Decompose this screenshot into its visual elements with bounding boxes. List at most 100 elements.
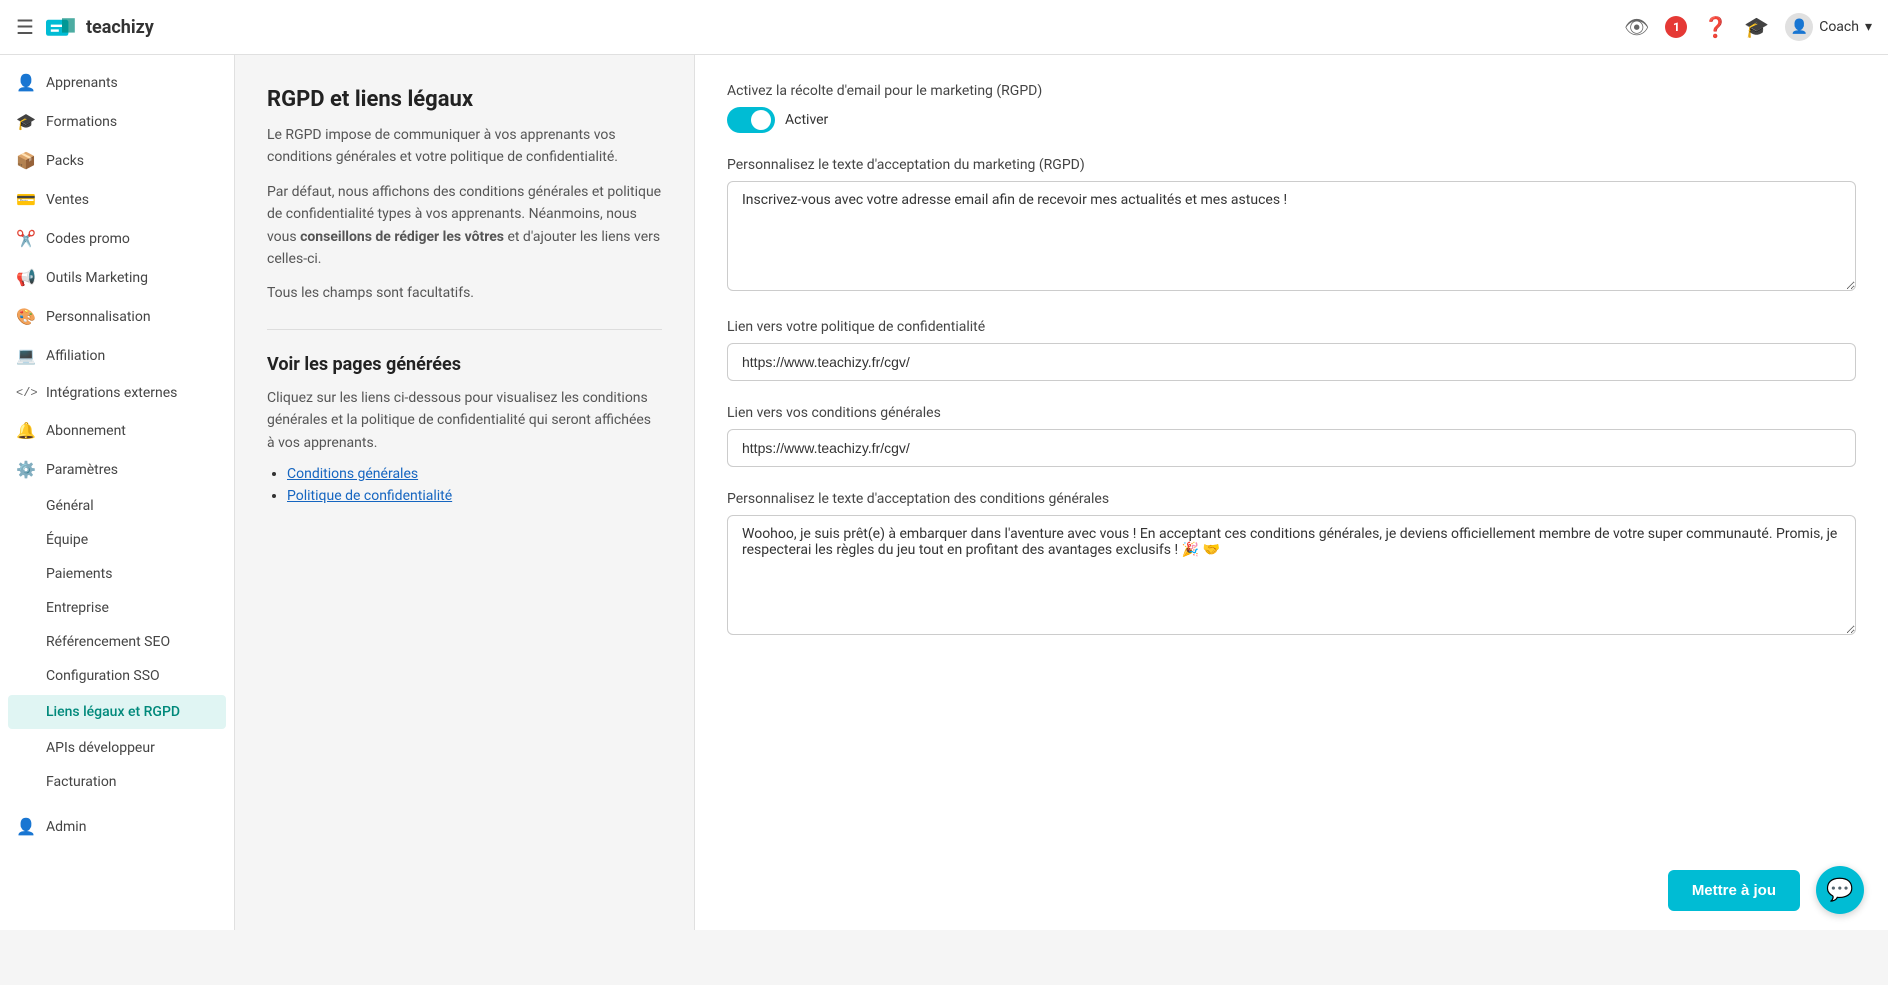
- hamburger-icon[interactable]: ☰: [16, 15, 34, 39]
- save-button[interactable]: Mettre à jou: [1668, 870, 1800, 911]
- packs-icon: 📦: [16, 151, 36, 170]
- sidebar-item-apprenants[interactable]: 👤 Apprenants: [0, 63, 234, 102]
- sidebar-item-admin[interactable]: 👤 Admin: [0, 807, 234, 846]
- chevron-down-icon: ▾: [1865, 19, 1872, 35]
- field-group-textarea1: Personnalisez le texte d'acceptation du …: [727, 157, 1856, 295]
- codes-promo-icon: ✂️: [16, 229, 36, 248]
- field-group-textarea2: Personnalisez le texte d'acceptation des…: [727, 491, 1856, 639]
- sidebar-submenu-item-entreprise[interactable]: Entreprise: [0, 591, 234, 625]
- desc2: Par défaut, nous affichons des condition…: [267, 181, 662, 271]
- desc2-bold: conseillons de rédiger les vôtres: [300, 229, 504, 245]
- sidebar-item-label: Abonnement: [46, 423, 126, 439]
- politique-url-input[interactable]: [727, 343, 1856, 381]
- abonnement-icon: 🔔: [16, 421, 36, 440]
- eye-icon[interactable]: 👁: [1624, 15, 1649, 39]
- header: ☰ teachizy 👁 1 ❓ 🎓 👤 Coach ▾: [0, 0, 1888, 55]
- notification-badge[interactable]: 1: [1665, 16, 1687, 38]
- header-left: ☰ teachizy: [16, 15, 154, 39]
- sidebar-item-abonnement[interactable]: 🔔 Abonnement: [0, 411, 234, 450]
- conditions-textarea[interactable]: Woohoo, je suis prêt(e) à embarquer dans…: [727, 515, 1856, 635]
- apprenants-icon: 👤: [16, 73, 36, 92]
- sidebar-item-label: Packs: [46, 153, 84, 169]
- marketing-toggle[interactable]: [727, 107, 775, 133]
- integrations-icon: </>: [16, 386, 36, 400]
- link-list: Conditions générales Politique de confid…: [267, 466, 662, 504]
- coach-menu[interactable]: 👤 Coach ▾: [1785, 13, 1872, 41]
- graduation-icon[interactable]: 🎓: [1744, 15, 1769, 39]
- outils-marketing-icon: 📢: [16, 268, 36, 287]
- header-right: 👁 1 ❓ 🎓 👤 Coach ▾: [1624, 13, 1872, 41]
- sidebar: 👤 Apprenants 🎓 Formations 📦 Packs 💳 Vent…: [0, 55, 235, 930]
- sidebar-submenu-item-general[interactable]: Général: [0, 489, 234, 523]
- toggle-active-label: Activer: [785, 112, 828, 128]
- field-group-input2: Lien vers vos conditions générales: [727, 405, 1856, 467]
- toggle-slider: [727, 107, 775, 133]
- sidebar-item-packs[interactable]: 📦 Packs: [0, 141, 234, 180]
- input1-label: Lien vers votre politique de confidentia…: [727, 319, 1856, 335]
- sidebar-item-parametres[interactable]: ⚙️ Paramètres: [0, 450, 234, 489]
- layout: 👤 Apprenants 🎓 Formations 📦 Packs 💳 Vent…: [0, 55, 1888, 930]
- bottom-bar: Mettre à jou 💬: [1644, 850, 1888, 930]
- logo: teachizy: [46, 15, 154, 39]
- admin-icon: 👤: [16, 817, 36, 836]
- sidebar-item-personnalisation[interactable]: 🎨 Personnalisation: [0, 297, 234, 336]
- sidebar-item-label: Apprenants: [46, 75, 118, 91]
- page-title: RGPD et liens légaux: [267, 87, 662, 112]
- conditions-url-input[interactable]: [727, 429, 1856, 467]
- sidebar-submenu-item-apis-developpeur[interactable]: APIs développeur: [0, 731, 234, 765]
- affiliation-icon: 💻: [16, 346, 36, 365]
- coach-avatar: 👤: [1785, 13, 1813, 41]
- sidebar-submenu-item-liens-legaux-rgpd[interactable]: Liens légaux et RGPD: [8, 695, 226, 729]
- logo-text: teachizy: [86, 17, 154, 38]
- sidebar-item-label: Outils Marketing: [46, 270, 148, 286]
- link-conditions-generales[interactable]: Conditions générales: [287, 466, 418, 482]
- list-item-confidentialite: Politique de confidentialité: [287, 488, 662, 504]
- desc3: Tous les champs sont facultatifs.: [267, 282, 662, 304]
- notification-count[interactable]: 1: [1665, 16, 1687, 38]
- toggle-label: Activez la récolte d'email pour le marke…: [727, 83, 1856, 99]
- logo-icon: [46, 15, 78, 39]
- sidebar-item-label: Codes promo: [46, 231, 130, 247]
- marketing-textarea[interactable]: Inscrivez-vous avec votre adresse email …: [727, 181, 1856, 291]
- formations-icon: 🎓: [16, 112, 36, 131]
- list-item-conditions: Conditions générales: [287, 466, 662, 482]
- parametres-icon: ⚙️: [16, 460, 36, 479]
- section2-desc: Cliquez sur les liens ci-dessous pour vi…: [267, 387, 662, 454]
- main-content: RGPD et liens légaux Le RGPD impose de c…: [235, 55, 1888, 930]
- sidebar-item-label: Paramètres: [46, 462, 118, 478]
- sidebar-item-label: Formations: [46, 114, 117, 130]
- sidebar-submenu-item-paiements[interactable]: Paiements: [0, 557, 234, 591]
- personnalisation-icon: 🎨: [16, 307, 36, 326]
- textarea1-label: Personnalisez le texte d'acceptation du …: [727, 157, 1856, 173]
- section2-title: Voir les pages générées: [267, 354, 662, 375]
- left-panel: RGPD et liens légaux Le RGPD impose de c…: [235, 55, 695, 930]
- sidebar-item-outils-marketing[interactable]: 📢 Outils Marketing: [0, 258, 234, 297]
- divider: [267, 329, 662, 330]
- input2-label: Lien vers vos conditions générales: [727, 405, 1856, 421]
- sidebar-item-label: Affiliation: [46, 348, 105, 364]
- sidebar-item-codes-promo[interactable]: ✂️ Codes promo: [0, 219, 234, 258]
- toggle-row: Activer: [727, 107, 1856, 133]
- ventes-icon: 💳: [16, 190, 36, 209]
- sidebar-submenu-item-facturation[interactable]: Facturation: [0, 765, 234, 799]
- sidebar-item-affiliation[interactable]: 💻 Affiliation: [0, 336, 234, 375]
- sidebar-submenu-item-referencement-seo[interactable]: Référencement SEO: [0, 625, 234, 659]
- sidebar-submenu-parametres: Général Équipe Paiements Entreprise Réfé…: [0, 489, 234, 799]
- desc1: Le RGPD impose de communiquer à vos appr…: [267, 124, 662, 169]
- coach-label: Coach: [1819, 19, 1859, 35]
- link-politique-confidentialite[interactable]: Politique de confidentialité: [287, 488, 452, 504]
- sidebar-item-label: Personnalisation: [46, 309, 151, 325]
- textarea2-label: Personnalisez le texte d'acceptation des…: [727, 491, 1856, 507]
- right-panel: Activez la récolte d'email pour le marke…: [695, 55, 1888, 930]
- field-group-input1: Lien vers votre politique de confidentia…: [727, 319, 1856, 381]
- sidebar-item-label: Intégrations externes: [46, 385, 177, 401]
- sidebar-item-label: Ventes: [46, 192, 89, 208]
- chat-button[interactable]: 💬: [1816, 866, 1864, 914]
- sidebar-submenu-item-configuration-sso[interactable]: Configuration SSO: [0, 659, 234, 693]
- sidebar-admin-label: Admin: [46, 819, 86, 835]
- sidebar-item-ventes[interactable]: 💳 Ventes: [0, 180, 234, 219]
- sidebar-item-integrations[interactable]: </> Intégrations externes: [0, 375, 234, 411]
- sidebar-item-formations[interactable]: 🎓 Formations: [0, 102, 234, 141]
- help-icon[interactable]: ❓: [1703, 15, 1728, 39]
- sidebar-submenu-item-equipe[interactable]: Équipe: [0, 523, 234, 557]
